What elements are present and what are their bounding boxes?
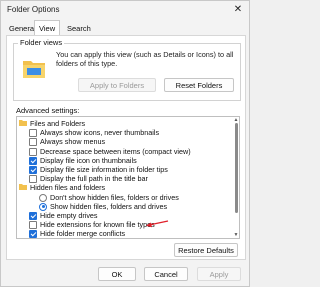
checkbox[interactable] xyxy=(29,138,37,147)
folder-icon xyxy=(19,120,27,126)
setting-label: Show hidden files, folders and drives xyxy=(50,201,168,211)
scroll-down-icon[interactable]: ▼ xyxy=(233,232,239,238)
folder-views-description: You can apply this view (such as Details… xyxy=(56,50,234,68)
folder-views-group: Folder views You can apply this view (su… xyxy=(13,38,241,101)
setting-label: Hide folder merge conflicts xyxy=(40,229,126,239)
setting-label: Don't show hidden files, folders or driv… xyxy=(50,192,179,202)
close-icon[interactable]: ✕ xyxy=(231,3,245,16)
checkbox[interactable] xyxy=(29,129,37,138)
scrollbar[interactable]: ▲ ▼ xyxy=(233,117,239,238)
checkbox[interactable] xyxy=(29,147,37,156)
view-tab-panel: Folder views You can apply this view (su… xyxy=(6,35,246,260)
folder-icon xyxy=(19,184,27,191)
radio-button[interactable] xyxy=(39,193,47,202)
tab-strip: General View Search xyxy=(5,20,245,37)
cancel-button[interactable]: Cancel xyxy=(144,267,188,281)
setting-label: Display the full path in the title bar xyxy=(40,174,148,184)
setting-label: Decrease space between items (compact vi… xyxy=(40,146,191,156)
advanced-settings-list[interactable]: ▲ ▼ Files and Folders Always show icons, … xyxy=(16,116,240,239)
checkbox[interactable] xyxy=(29,212,37,220)
checkbox[interactable] xyxy=(29,221,37,230)
restore-defaults-button[interactable]: Restore Defaults xyxy=(174,243,238,257)
folder-options-dialog: Folder Options ✕ General View Search Fol… xyxy=(0,0,250,287)
setting-label: Hide extensions for known file types xyxy=(40,220,155,230)
folder-views-label: Folder views xyxy=(18,38,65,47)
setting-label: Hide empty drives xyxy=(40,211,98,220)
scrollbar-thumb[interactable] xyxy=(235,123,238,213)
window-title: Folder Options xyxy=(7,5,60,14)
title-bar: Folder Options ✕ xyxy=(1,1,249,18)
advanced-settings-label: Advanced settings: xyxy=(16,106,80,115)
checkbox[interactable] xyxy=(29,156,37,165)
setting-label: Display file size information in folder … xyxy=(40,165,168,174)
checkbox[interactable] xyxy=(29,166,37,174)
checkbox[interactable] xyxy=(29,175,37,184)
radio-button[interactable] xyxy=(39,202,47,211)
setting-label: Hidden files and folders xyxy=(30,183,106,193)
setting-label: Always show icons, never thumbnails xyxy=(40,128,160,138)
reset-folders-button[interactable]: Reset Folders xyxy=(164,78,234,92)
red-arrow-annotation-icon xyxy=(146,220,169,228)
folder-icon xyxy=(23,61,45,78)
ok-button[interactable]: OK xyxy=(98,267,136,281)
apply-button[interactable]: Apply xyxy=(197,267,241,281)
tab-search[interactable]: Search xyxy=(63,22,95,35)
setting-label: Display file icon on thumbnails xyxy=(40,155,137,165)
setting-label: Always show menus xyxy=(40,137,106,147)
setting-label: Files and Folders xyxy=(30,119,86,128)
apply-to-folders-button[interactable]: Apply to Folders xyxy=(78,78,156,92)
checkbox[interactable] xyxy=(29,230,37,238)
